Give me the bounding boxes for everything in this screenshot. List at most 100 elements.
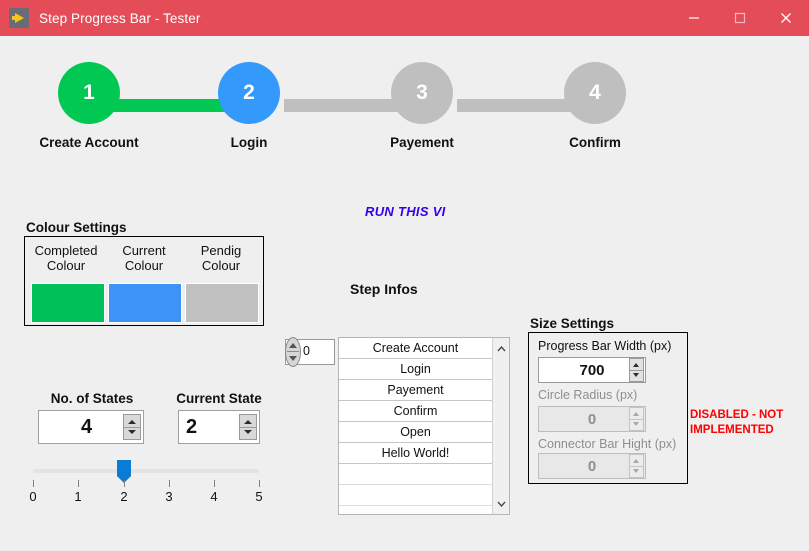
slider-label-1: 1 <box>74 489 82 504</box>
list-item[interactable] <box>339 464 492 485</box>
completed-colour-label-line2: Colour <box>46 258 86 273</box>
state-slider-track[interactable] <box>33 469 259 473</box>
step-2-number: 2 <box>243 81 255 104</box>
num-states-label: No. of States <box>50 391 134 406</box>
pending-colour-swatch[interactable] <box>185 283 259 323</box>
width-decrement-icon[interactable] <box>633 373 639 377</box>
step-infos-index-value: 0 <box>303 344 310 358</box>
step-3-number: 3 <box>416 81 428 104</box>
current-state-decrement-icon[interactable] <box>244 430 252 434</box>
completed-colour-label: Completed Colour <box>30 243 102 273</box>
minimize-button[interactable] <box>671 0 717 36</box>
step-3-label: Payement <box>390 135 454 150</box>
close-button[interactable] <box>763 0 809 36</box>
connector-decrement-icon <box>633 469 639 473</box>
num-states-stepper[interactable] <box>123 414 141 440</box>
slider-label-2: 2 <box>120 489 128 504</box>
list-item[interactable]: Payement <box>339 380 492 401</box>
slider-tick-5 <box>259 480 260 487</box>
window-title: Step Progress Bar - Tester <box>39 10 201 26</box>
size-settings-title: Size Settings <box>530 316 615 331</box>
step-2[interactable]: 2 Login <box>189 56 309 150</box>
step-1[interactable]: 1 Create Account <box>29 56 149 150</box>
step-1-label: Create Account <box>39 135 139 150</box>
window-controls <box>671 0 809 36</box>
connector-bar-height-label: Connector Bar Hight (px) <box>538 437 677 451</box>
list-item[interactable]: Hello World! <box>339 443 492 464</box>
current-state-label: Current State <box>176 391 262 406</box>
step-2-label: Login <box>230 135 268 150</box>
disabled-note-line2: IMPLEMENTED <box>690 424 774 436</box>
completed-colour-swatch[interactable] <box>31 283 105 323</box>
current-colour-label-line1: Current <box>122 243 166 258</box>
disabled-note: DISABLED - NOT IMPLEMENTED <box>690 408 790 438</box>
progress-bar-width-stepper[interactable] <box>629 358 644 382</box>
list-item[interactable]: Open <box>339 422 492 443</box>
disabled-note-line1: DISABLED - NOT <box>690 409 784 421</box>
connector-bar-height-value: 0 <box>587 457 597 475</box>
circle-radius-stepper <box>629 407 644 431</box>
index-decrement-icon[interactable] <box>289 356 297 361</box>
step-infos-title: Step Infos <box>350 281 418 297</box>
slider-tick-3 <box>169 480 170 487</box>
list-item[interactable]: Login <box>339 359 492 380</box>
maximize-button[interactable] <box>717 0 763 36</box>
list-item[interactable]: Create Account <box>339 338 492 359</box>
slider-label-4: 4 <box>210 489 218 504</box>
colour-settings-panel: Completed Colour Current Colour Pendig C… <box>24 236 264 326</box>
slider-label-5: 5 <box>255 489 263 504</box>
completed-colour-label-line1: Completed <box>34 243 98 258</box>
app-window: Step Progress Bar - Tester 1 Create Acco… <box>0 0 809 551</box>
radius-decrement-icon <box>633 422 639 426</box>
step-4-circle: 4 <box>564 62 626 124</box>
pending-colour-label-line1: Pendig <box>200 243 242 258</box>
radius-increment-icon <box>633 412 639 416</box>
index-increment-icon[interactable] <box>289 343 297 348</box>
chevron-up-icon[interactable] <box>493 340 509 357</box>
step-infos-index-stepper[interactable] <box>285 337 301 367</box>
slider-label-0: 0 <box>29 489 37 504</box>
state-slider-thumb[interactable] <box>117 460 131 483</box>
slider-label-3: 3 <box>165 489 173 504</box>
listbox-scrollbar[interactable] <box>492 338 509 514</box>
client-area: 1 Create Account 2 Login 3 Payement 4 Co… <box>0 36 809 551</box>
connector-bar-height-stepper <box>629 454 644 478</box>
run-this-vi-label[interactable]: RUN THIS VI <box>365 204 446 219</box>
step-progress-bar: 1 Create Account 2 Login 3 Payement 4 Co… <box>24 56 664 166</box>
circle-radius-value: 0 <box>587 410 597 428</box>
step-infos-items: Create Account Login Payement Confirm Op… <box>339 338 492 506</box>
progress-bar-width-label: Progress Bar Width (px) <box>538 339 672 353</box>
num-states-value: 4 <box>81 416 93 438</box>
step-4[interactable]: 4 Confirm <box>535 56 655 150</box>
step-1-circle: 1 <box>58 62 120 124</box>
width-increment-icon[interactable] <box>633 363 639 367</box>
num-states-decrement-icon[interactable] <box>128 430 136 434</box>
step-3[interactable]: 3 Payement <box>362 56 482 150</box>
current-colour-label-line2: Colour <box>124 258 164 273</box>
step-2-circle: 2 <box>218 62 280 124</box>
slider-tick-0 <box>33 480 34 487</box>
colour-settings-title: Colour Settings <box>26 220 127 235</box>
labview-run-icon <box>9 8 29 28</box>
pending-colour-label-line2: Colour <box>201 258 241 273</box>
current-state-increment-icon[interactable] <box>244 420 252 424</box>
num-states-increment-icon[interactable] <box>128 420 136 424</box>
list-item[interactable]: Confirm <box>339 401 492 422</box>
chevron-down-icon[interactable] <box>493 495 509 512</box>
list-item[interactable] <box>339 485 492 506</box>
connector-increment-icon <box>633 459 639 463</box>
current-colour-swatch[interactable] <box>108 283 182 323</box>
slider-tick-1 <box>78 480 79 487</box>
step-1-number: 1 <box>83 81 95 104</box>
title-bar: Step Progress Bar - Tester <box>0 0 809 36</box>
step-4-number: 4 <box>589 81 601 104</box>
step-infos-listbox[interactable]: Create Account Login Payement Confirm Op… <box>338 337 510 515</box>
circle-radius-label: Circle Radius (px) <box>538 388 638 402</box>
progress-bar-width-value: 700 <box>579 361 605 379</box>
current-state-stepper[interactable] <box>239 414 257 440</box>
current-state-value: 2 <box>186 416 198 438</box>
step-4-label: Confirm <box>569 135 621 150</box>
pending-colour-label: Pendig Colour <box>185 243 257 273</box>
size-settings-panel: Progress Bar Width (px) 700 Circle Radiu… <box>528 332 688 484</box>
slider-tick-4 <box>214 480 215 487</box>
